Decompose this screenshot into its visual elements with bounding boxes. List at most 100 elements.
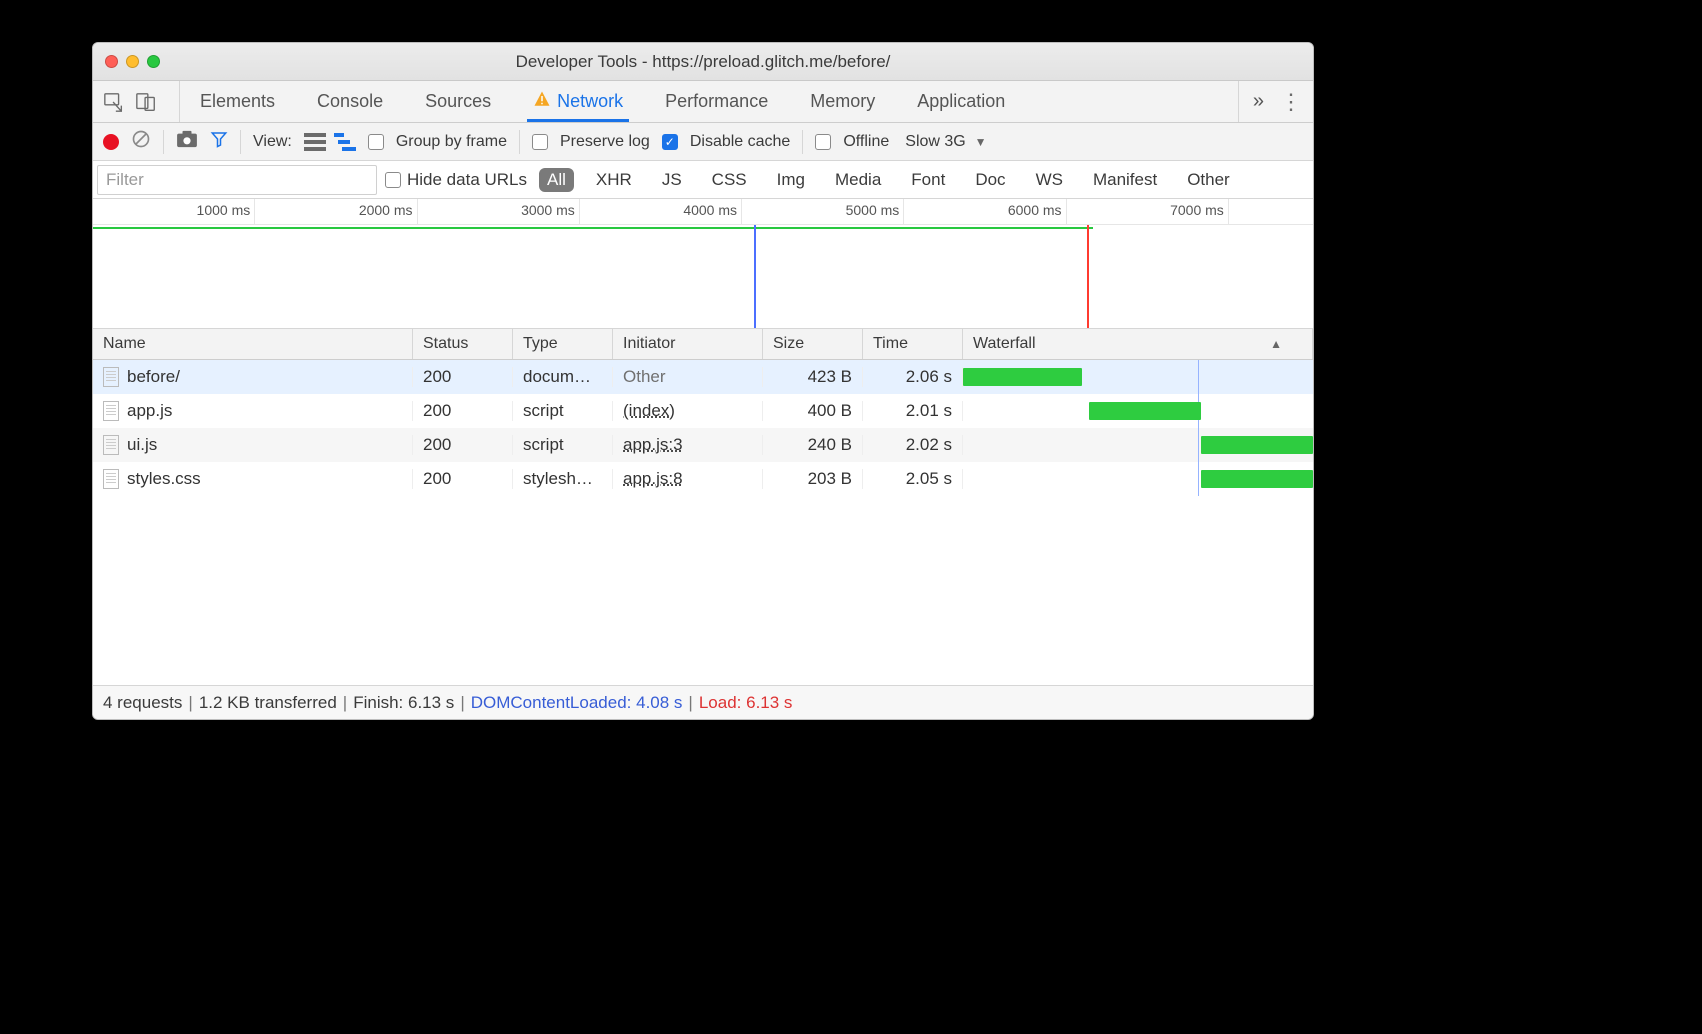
group-by-frame-checkbox[interactable]	[368, 134, 384, 150]
request-type-filters: All XHR JS CSS Img Media Font Doc WS Manifest Othe…	[539, 168, 1238, 192]
load-marker	[1087, 225, 1089, 328]
column-header-initiator[interactable]: Initiator	[613, 329, 763, 359]
column-header-name[interactable]: Name	[93, 329, 413, 359]
preserve-log-label: Preserve log	[560, 133, 650, 151]
status-finish: Finish: 6.13 s	[353, 693, 454, 713]
device-toolbar-icon[interactable]	[135, 91, 157, 113]
tab-elements[interactable]: Elements	[194, 83, 281, 120]
warning-icon	[533, 90, 551, 113]
tick-label: 7000 ms	[1170, 202, 1224, 218]
type-filter-font[interactable]: Font	[903, 168, 953, 192]
cell-time: 2.06 s	[863, 367, 963, 387]
view-waterfall-icon[interactable]	[334, 133, 356, 151]
type-filter-other[interactable]: Other	[1179, 168, 1238, 192]
panel-tabs-bar: Elements Console Sources Network Performance…	[93, 81, 1313, 123]
settings-menu-icon[interactable]: ⋮	[1280, 89, 1303, 115]
clear-button[interactable]	[131, 129, 151, 154]
status-request-count: 4 requests	[103, 693, 182, 713]
cell-name: ui.js	[93, 435, 413, 456]
tab-console[interactable]: Console	[311, 83, 389, 120]
cell-time: 2.01 s	[863, 401, 963, 421]
cell-waterfall	[963, 360, 1313, 394]
timeline-overview[interactable]: 1000 ms2000 ms3000 ms4000 ms5000 ms6000 …	[93, 199, 1313, 329]
cell-waterfall	[963, 428, 1313, 462]
type-filter-js[interactable]: JS	[654, 168, 690, 192]
request-row[interactable]: app.js200script(index)400 B2.01 s	[93, 394, 1313, 428]
tab-memory[interactable]: Memory	[804, 83, 881, 120]
record-button[interactable]	[103, 134, 119, 150]
activity-bar	[93, 227, 1093, 229]
cell-initiator: Other	[613, 367, 763, 387]
file-icon	[103, 401, 119, 421]
status-domcontentloaded: DOMContentLoaded: 4.08 s	[471, 693, 683, 713]
type-filter-css[interactable]: CSS	[704, 168, 755, 192]
tab-network[interactable]: Network	[527, 82, 629, 122]
zoom-window-button[interactable]	[147, 55, 160, 68]
disable-cache-checkbox[interactable]	[662, 134, 678, 150]
waterfall-bar	[963, 368, 1082, 386]
cell-initiator[interactable]: app.js:8	[613, 469, 763, 489]
hide-data-urls-checkbox[interactable]	[385, 172, 401, 188]
tab-performance[interactable]: Performance	[659, 83, 774, 120]
filter-toggle-icon[interactable]	[210, 130, 228, 153]
cell-type: script	[513, 435, 613, 455]
dcl-line	[1198, 360, 1199, 394]
cell-time: 2.02 s	[863, 435, 963, 455]
column-header-type[interactable]: Type	[513, 329, 613, 359]
type-filter-img[interactable]: Img	[769, 168, 813, 192]
view-large-rows-icon[interactable]	[304, 133, 326, 151]
status-bar: 4 requests | 1.2 KB transferred | Finish…	[93, 685, 1313, 719]
cell-status: 200	[413, 367, 513, 387]
column-header-status[interactable]: Status	[413, 329, 513, 359]
view-label: View:	[253, 133, 292, 151]
cell-name: app.js	[93, 401, 413, 422]
timeline-ruler: 1000 ms2000 ms3000 ms4000 ms5000 ms6000 …	[93, 199, 1313, 225]
waterfall-bar	[1089, 402, 1201, 420]
waterfall-bar	[1201, 436, 1313, 454]
type-filter-media[interactable]: Media	[827, 168, 889, 192]
throttling-select[interactable]: Slow 3G ▼	[905, 133, 986, 151]
type-filter-xhr[interactable]: XHR	[588, 168, 640, 192]
cell-name: styles.css	[93, 469, 413, 490]
tab-application[interactable]: Application	[911, 83, 1011, 120]
status-load: Load: 6.13 s	[699, 693, 793, 713]
minimize-window-button[interactable]	[126, 55, 139, 68]
cell-type: docum…	[513, 367, 613, 387]
type-filter-all[interactable]: All	[539, 168, 574, 192]
request-table-body: before/200docum…Other423 B2.06 sapp.js20…	[93, 360, 1313, 685]
column-header-waterfall[interactable]: Waterfall▲	[963, 329, 1313, 359]
cell-size: 203 B	[763, 469, 863, 489]
cell-size: 400 B	[763, 401, 863, 421]
close-window-button[interactable]	[105, 55, 118, 68]
offline-checkbox[interactable]	[815, 134, 831, 150]
disable-cache-label: Disable cache	[690, 133, 791, 151]
cell-initiator[interactable]: (index)	[613, 401, 763, 421]
cell-status: 200	[413, 435, 513, 455]
filter-input[interactable]: Filter	[97, 165, 377, 195]
more-tabs-icon[interactable]: »	[1253, 90, 1264, 113]
offline-label: Offline	[843, 133, 889, 151]
cell-initiator[interactable]: app.js:3	[613, 435, 763, 455]
inspect-element-icon[interactable]	[103, 91, 125, 113]
chevron-down-icon: ▼	[975, 135, 987, 149]
group-by-frame-label: Group by frame	[396, 133, 507, 151]
domcontentloaded-marker	[754, 225, 756, 328]
column-header-time[interactable]: Time	[863, 329, 963, 359]
type-filter-doc[interactable]: Doc	[967, 168, 1013, 192]
cell-status: 200	[413, 401, 513, 421]
file-icon	[103, 435, 119, 455]
preserve-log-checkbox[interactable]	[532, 134, 548, 150]
file-icon	[103, 367, 119, 387]
tab-sources[interactable]: Sources	[419, 83, 497, 120]
request-row[interactable]: before/200docum…Other423 B2.06 s	[93, 360, 1313, 394]
type-filter-ws[interactable]: WS	[1028, 168, 1071, 192]
column-header-size[interactable]: Size	[763, 329, 863, 359]
cell-size: 240 B	[763, 435, 863, 455]
request-row[interactable]: styles.css200stylesh…app.js:8203 B2.05 s	[93, 462, 1313, 496]
titlebar: Developer Tools - https://preload.glitch…	[93, 43, 1313, 81]
request-row[interactable]: ui.js200scriptapp.js:3240 B2.02 s	[93, 428, 1313, 462]
devtools-window: Developer Tools - https://preload.glitch…	[92, 42, 1314, 720]
type-filter-manifest[interactable]: Manifest	[1085, 168, 1165, 192]
capture-screenshots-icon[interactable]	[176, 130, 198, 153]
hide-data-urls-label: Hide data URLs	[407, 170, 527, 190]
